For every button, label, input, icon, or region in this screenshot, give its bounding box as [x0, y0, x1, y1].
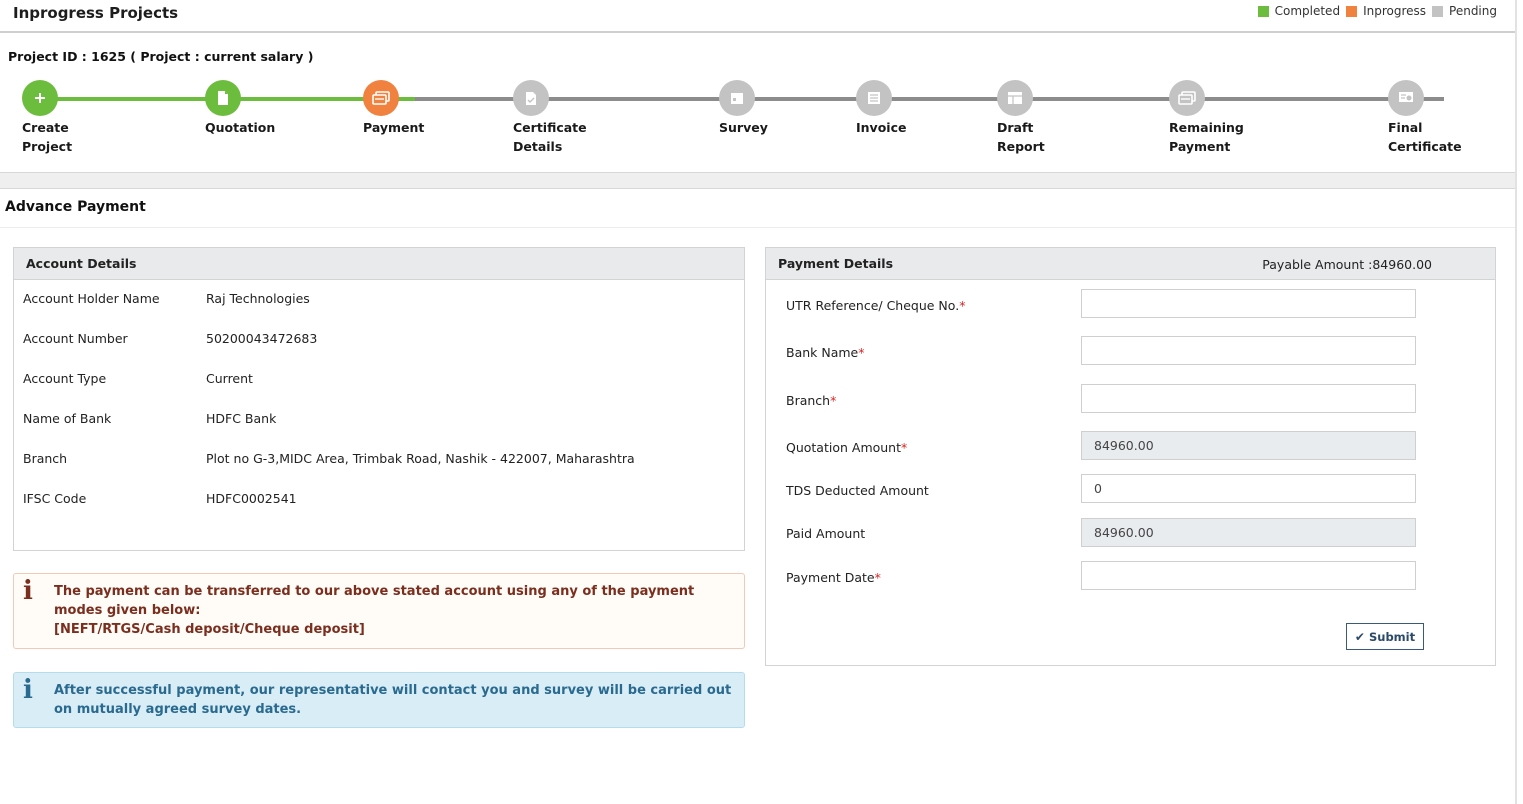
- tds-amount-label: TDS Deducted Amount: [786, 483, 929, 498]
- document-icon: [205, 80, 241, 116]
- paid-amount-input: [1081, 518, 1416, 547]
- legend-label: Pending: [1449, 4, 1497, 18]
- payable-amount: Payable Amount :84960.00: [1262, 257, 1432, 272]
- calendar-icon: [719, 80, 755, 116]
- plus-icon: [22, 80, 58, 116]
- bank-name-label: Bank Name*: [786, 345, 865, 360]
- legend-item-completed: Completed: [1257, 4, 1341, 18]
- payment-icon: [1169, 80, 1205, 116]
- alert-text: The payment can be transferred to our ab…: [54, 584, 695, 637]
- project-id-label: Project ID : 1625 ( Project : current sa…: [8, 49, 314, 64]
- account-label: Account Number: [23, 331, 128, 346]
- legend-label: Completed: [1274, 4, 1341, 18]
- submit-button[interactable]: ✔ Submit: [1346, 623, 1424, 650]
- panel-header: Payment Details Payable Amount :84960.00: [766, 248, 1495, 280]
- divider: [0, 227, 1515, 228]
- account-value: Plot no G-3,MIDC Area, Trimbak Road, Nas…: [206, 451, 635, 466]
- tds-amount-input[interactable]: [1081, 474, 1416, 503]
- page-header: Inprogress Projects Completed Inprogress…: [0, 0, 1515, 33]
- paid-amount-label: Paid Amount: [786, 526, 866, 541]
- progress-track-pending: [398, 97, 1444, 101]
- alert-text: After successful payment, our representa…: [54, 683, 732, 717]
- check-icon: ✔: [1354, 629, 1365, 644]
- scrollbar-edge: [1515, 0, 1517, 804]
- page-title: Inprogress Projects: [13, 4, 179, 22]
- bank-name-input[interactable]: [1081, 336, 1416, 365]
- account-label: Name of Bank: [23, 411, 112, 426]
- report-icon: [997, 80, 1033, 116]
- payment-details-panel: Payment Details Payable Amount :84960.00…: [765, 247, 1496, 666]
- legend-swatch-pending: [1432, 5, 1444, 17]
- step-label: Payment: [363, 120, 425, 135]
- quotation-amount-input: [1081, 431, 1416, 460]
- account-label: Account Type: [23, 371, 107, 386]
- legend-swatch-completed: [1257, 5, 1269, 17]
- branch-label: Branch*: [786, 393, 837, 408]
- account-label: Account Holder Name: [23, 291, 160, 306]
- quotation-amount-label: Quotation Amount*: [786, 440, 908, 455]
- payment-icon: [363, 80, 399, 116]
- payment-date-label: Payment Date*: [786, 570, 881, 585]
- page: Inprogress Projects Completed Inprogress…: [0, 0, 1517, 804]
- status-legend: Completed Inprogress Pending: [1252, 4, 1497, 18]
- account-label: Branch: [23, 451, 68, 466]
- utr-input[interactable]: [1081, 289, 1416, 318]
- step-label: Final Certificate: [1388, 120, 1462, 154]
- panel-header: Account Details: [14, 248, 744, 280]
- legend-item-pending: Pending: [1432, 4, 1497, 18]
- account-value: 50200043472683: [206, 331, 318, 346]
- legend-label: Inprogress: [1363, 4, 1427, 18]
- step-label: Create Project: [22, 120, 73, 154]
- panel-title: Payment Details: [778, 256, 894, 271]
- step-label: Invoice: [856, 120, 907, 135]
- step-label: Survey: [719, 120, 768, 135]
- legend-swatch-inprogress: [1346, 5, 1358, 17]
- account-value: HDFC Bank: [206, 411, 277, 426]
- step-label: Draft Report: [997, 120, 1045, 154]
- invoice-icon: [856, 80, 892, 116]
- submit-label: Submit: [1368, 629, 1416, 644]
- account-value: Raj Technologies: [206, 291, 310, 306]
- payment-date-input[interactable]: [1081, 561, 1416, 590]
- branch-input[interactable]: [1081, 384, 1416, 413]
- account-details-panel: Account Details Account Holder Name Raj …: [13, 247, 745, 551]
- account-label: IFSC Code: [23, 491, 87, 506]
- account-value: Current: [206, 371, 253, 386]
- utr-label: UTR Reference/ Cheque No.*: [786, 298, 966, 313]
- step-label: Remaining Payment: [1169, 120, 1244, 154]
- info-icon: i: [23, 675, 33, 705]
- account-value: HDFC0002541: [206, 491, 297, 506]
- section-title: Advance Payment: [5, 199, 146, 215]
- step-label: Quotation: [205, 120, 276, 135]
- panel-title: Account Details: [26, 256, 137, 271]
- award-icon: [1388, 80, 1424, 116]
- section-divider: [0, 173, 1515, 189]
- payment-modes-alert: i The payment can be transferred to our …: [13, 573, 745, 649]
- progress-steps: Create Project Quotation Payment Certifi…: [0, 80, 1515, 160]
- project-progress-panel: Project ID : 1625 ( Project : current sa…: [0, 35, 1515, 173]
- survey-info-alert: i After successful payment, our represen…: [13, 672, 745, 728]
- certificate-doc-icon: [513, 80, 549, 116]
- step-label: Certificate Details: [513, 120, 587, 154]
- legend-item-inprogress: Inprogress: [1346, 4, 1426, 18]
- info-icon: i: [23, 576, 33, 606]
